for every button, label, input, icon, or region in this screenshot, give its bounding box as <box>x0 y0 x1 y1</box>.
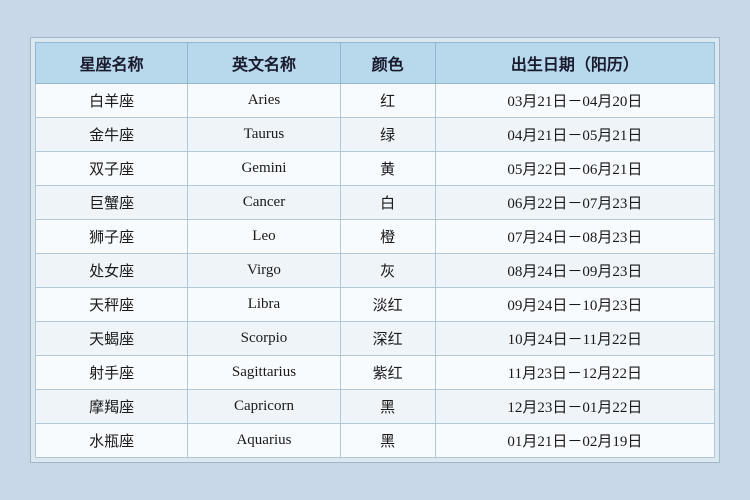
cell-english-name: Cancer <box>188 186 341 220</box>
zodiac-table: 星座名称 英文名称 颜色 出生日期（阳历） 白羊座Aries红03月21日－04… <box>35 42 715 458</box>
cell-dates: 09月24日－10月23日 <box>435 288 714 322</box>
table-row: 金牛座Taurus绿04月21日－05月21日 <box>36 118 715 152</box>
cell-chinese-name: 摩羯座 <box>36 390 188 424</box>
table-row: 射手座Sagittarius紫红11月23日－12月22日 <box>36 356 715 390</box>
table-header-row: 星座名称 英文名称 颜色 出生日期（阳历） <box>36 43 715 84</box>
cell-dates: 10月24日－11月22日 <box>435 322 714 356</box>
cell-chinese-name: 天蝎座 <box>36 322 188 356</box>
cell-dates: 03月21日－04月20日 <box>435 84 714 118</box>
cell-color: 白 <box>340 186 435 220</box>
cell-english-name: Leo <box>188 220 341 254</box>
cell-dates: 11月23日－12月22日 <box>435 356 714 390</box>
cell-dates: 05月22日－06月21日 <box>435 152 714 186</box>
cell-chinese-name: 双子座 <box>36 152 188 186</box>
cell-chinese-name: 天秤座 <box>36 288 188 322</box>
cell-color: 绿 <box>340 118 435 152</box>
header-color: 颜色 <box>340 43 435 84</box>
cell-chinese-name: 白羊座 <box>36 84 188 118</box>
table-row: 天蝎座Scorpio深红10月24日－11月22日 <box>36 322 715 356</box>
table-row: 水瓶座Aquarius黑01月21日－02月19日 <box>36 424 715 458</box>
cell-english-name: Libra <box>188 288 341 322</box>
cell-chinese-name: 射手座 <box>36 356 188 390</box>
table-row: 双子座Gemini黄05月22日－06月21日 <box>36 152 715 186</box>
cell-color: 淡红 <box>340 288 435 322</box>
cell-color: 橙 <box>340 220 435 254</box>
cell-dates: 08月24日－09月23日 <box>435 254 714 288</box>
cell-english-name: Virgo <box>188 254 341 288</box>
table-row: 天秤座Libra淡红09月24日－10月23日 <box>36 288 715 322</box>
cell-dates: 01月21日－02月19日 <box>435 424 714 458</box>
table-row: 摩羯座Capricorn黑12月23日－01月22日 <box>36 390 715 424</box>
cell-color: 紫红 <box>340 356 435 390</box>
cell-chinese-name: 巨蟹座 <box>36 186 188 220</box>
cell-chinese-name: 处女座 <box>36 254 188 288</box>
table-row: 处女座Virgo灰08月24日－09月23日 <box>36 254 715 288</box>
cell-color: 黑 <box>340 424 435 458</box>
cell-chinese-name: 金牛座 <box>36 118 188 152</box>
table-body: 白羊座Aries红03月21日－04月20日金牛座Taurus绿04月21日－0… <box>36 84 715 458</box>
table-row: 狮子座Leo橙07月24日－08月23日 <box>36 220 715 254</box>
zodiac-table-container: 星座名称 英文名称 颜色 出生日期（阳历） 白羊座Aries红03月21日－04… <box>30 37 720 463</box>
header-chinese-name: 星座名称 <box>36 43 188 84</box>
cell-color: 黄 <box>340 152 435 186</box>
cell-color: 红 <box>340 84 435 118</box>
header-dates: 出生日期（阳历） <box>435 43 714 84</box>
cell-chinese-name: 水瓶座 <box>36 424 188 458</box>
table-row: 白羊座Aries红03月21日－04月20日 <box>36 84 715 118</box>
cell-dates: 06月22日－07月23日 <box>435 186 714 220</box>
cell-chinese-name: 狮子座 <box>36 220 188 254</box>
cell-dates: 07月24日－08月23日 <box>435 220 714 254</box>
cell-color: 灰 <box>340 254 435 288</box>
cell-english-name: Aries <box>188 84 341 118</box>
cell-english-name: Capricorn <box>188 390 341 424</box>
cell-color: 黑 <box>340 390 435 424</box>
header-english-name: 英文名称 <box>188 43 341 84</box>
table-row: 巨蟹座Cancer白06月22日－07月23日 <box>36 186 715 220</box>
cell-english-name: Aquarius <box>188 424 341 458</box>
cell-english-name: Gemini <box>188 152 341 186</box>
cell-dates: 12月23日－01月22日 <box>435 390 714 424</box>
cell-english-name: Scorpio <box>188 322 341 356</box>
cell-dates: 04月21日－05月21日 <box>435 118 714 152</box>
cell-english-name: Taurus <box>188 118 341 152</box>
cell-english-name: Sagittarius <box>188 356 341 390</box>
cell-color: 深红 <box>340 322 435 356</box>
